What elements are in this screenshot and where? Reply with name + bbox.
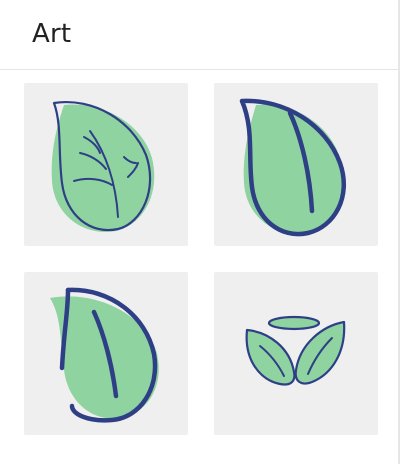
sticker-tile-leaf-veined[interactable] <box>24 83 188 246</box>
leaf-icon <box>239 98 347 237</box>
scrollbar[interactable] <box>398 0 400 464</box>
panel-title: Art <box>32 19 72 49</box>
art-panel: Art <box>0 0 404 464</box>
sprout-icon <box>245 315 346 386</box>
sticker-tile-sprout[interactable] <box>214 272 378 435</box>
sticker-tile-leaf-offset[interactable] <box>24 272 188 435</box>
sticker-tile-leaf-bold[interactable] <box>214 83 378 246</box>
leaf-icon <box>51 101 155 232</box>
panel-header: Art <box>0 0 398 70</box>
leaf-icon <box>50 287 159 423</box>
